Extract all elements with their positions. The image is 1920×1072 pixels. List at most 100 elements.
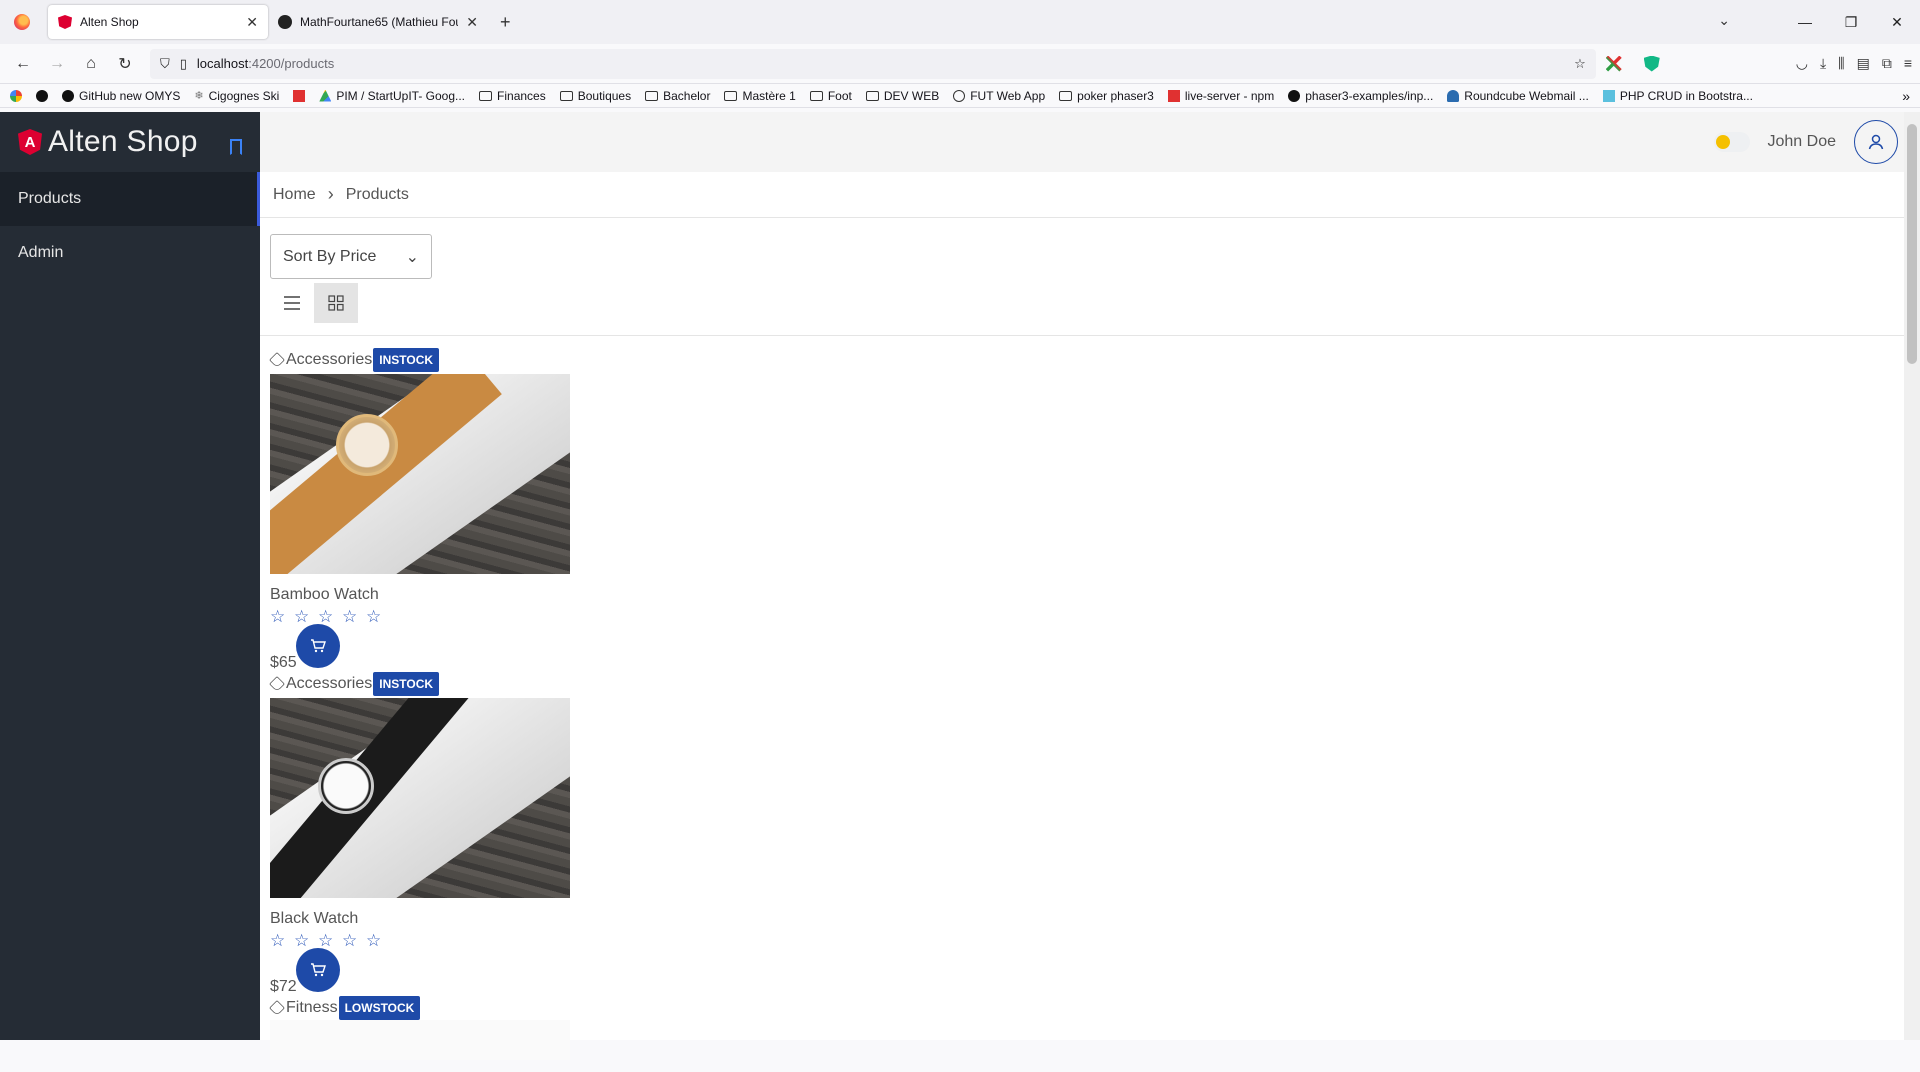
bookmark-folder[interactable]: DEV WEB <box>865 89 939 103</box>
breadcrumb: Home › Products <box>260 172 1920 218</box>
product-card: Accessories INSTOCK Bamboo Watch ☆ ☆ ☆ ☆… <box>269 348 570 672</box>
add-to-cart-button[interactable] <box>296 948 340 992</box>
star-icon[interactable]: ☆ <box>342 932 360 950</box>
breadcrumb-products: Products <box>345 185 409 203</box>
forward-icon[interactable]: → <box>42 49 72 79</box>
folder-icon <box>479 90 493 101</box>
status-badge: INSTOCK <box>373 672 440 696</box>
bookmark-item[interactable]: PIM / StartUpIT- Goog... <box>319 89 465 103</box>
download-icon[interactable]: ⤓ <box>1820 55 1826 72</box>
url-bar[interactable]: ⛉ ▯ localhost:4200/products ☆ <box>150 48 1596 79</box>
bookmark-folder[interactable]: Foot <box>809 89 852 103</box>
star-icon[interactable]: ☆ <box>270 608 288 626</box>
minimize-icon[interactable]: — <box>1782 14 1828 30</box>
add-to-cart-button[interactable] <box>296 624 340 668</box>
breadcrumb-home[interactable]: Home <box>273 186 316 204</box>
folder-icon <box>1059 90 1073 101</box>
restore-icon[interactable]: ❐ <box>1828 14 1874 31</box>
bookmark-label: Bachelor <box>663 88 711 103</box>
star-icon[interactable]: ☆ <box>270 932 288 950</box>
tag-icon <box>269 676 285 692</box>
sidebar-item-label: Admin <box>18 244 64 261</box>
bookmark-item[interactable] <box>293 89 306 102</box>
sort-label: Sort By Price <box>283 247 377 265</box>
back-icon[interactable]: ← <box>8 49 38 79</box>
grid-view-button[interactable] <box>314 283 358 323</box>
bookmark-item[interactable] <box>10 89 22 102</box>
bookmark-item[interactable]: phaser3-examples/inp... <box>1288 89 1433 103</box>
products-toolbar: Sort By Price ⌄ <box>260 218 1920 336</box>
brand-title: Alten Shop <box>48 125 198 158</box>
sort-dropdown[interactable]: Sort By Price ⌄ <box>270 234 432 279</box>
chevron-right-icon: › <box>327 184 334 204</box>
bookmark-folder[interactable]: poker phaser3 <box>1059 89 1154 103</box>
firefox-icon[interactable] <box>14 14 30 30</box>
extensions-icon[interactable]: ⧉ <box>1882 55 1892 72</box>
bookmark-star-icon[interactable]: ☆ <box>1574 56 1586 72</box>
close-window-icon[interactable]: ✕ <box>1874 14 1920 31</box>
page-info-icon[interactable]: ▯ <box>180 56 187 72</box>
star-icon[interactable]: ☆ <box>366 932 384 950</box>
menu-icon[interactable]: ≡ <box>1904 55 1912 72</box>
star-icon[interactable]: ☆ <box>294 608 312 626</box>
product-name: Bamboo Watch <box>270 586 379 603</box>
topbar: John Doe <box>260 112 1920 172</box>
product-price: $65 <box>270 654 297 671</box>
more-bookmarks-icon[interactable]: » <box>1902 88 1910 104</box>
grid-icon <box>328 295 344 311</box>
scrollbar-thumb[interactable] <box>1907 124 1917 364</box>
bookmark-folder[interactable]: Finances <box>479 89 546 103</box>
product-card: Accessories INSTOCK Black Watch ☆ ☆ ☆ ☆ … <box>269 672 570 996</box>
product-image <box>270 698 570 898</box>
bookmark-label: poker phaser3 <box>1077 88 1154 103</box>
scrollbar[interactable] <box>1904 112 1920 1040</box>
folder-icon <box>559 90 573 101</box>
bookmark-folder[interactable]: Mastère 1 <box>724 89 796 103</box>
star-icon[interactable]: ☆ <box>294 932 312 950</box>
shield-icon[interactable]: ⛉ <box>160 56 170 72</box>
bookmark-item[interactable] <box>36 89 48 102</box>
star-icon[interactable]: ☆ <box>366 608 384 626</box>
chevron-down-icon: ⌄ <box>405 248 419 266</box>
sidebar: Alten Shop Products Admin <box>0 112 260 1040</box>
bookmark-item[interactable]: GitHub new OMYS <box>62 89 180 103</box>
app-shell: Alten Shop Products Admin John Doe Home … <box>0 112 1920 1060</box>
tab-github[interactable]: MathFourtane65 (Mathieu Four ✕ <box>268 5 488 39</box>
extension-shield-icon[interactable] <box>1643 55 1660 72</box>
product-name: Black Watch <box>270 910 359 927</box>
user-avatar-button[interactable] <box>1854 120 1898 164</box>
close-tab-icon[interactable]: ✕ <box>466 14 478 31</box>
extension-x-icon[interactable] <box>1605 55 1622 72</box>
snowflake-icon: ❄ <box>194 90 204 102</box>
bookmark-folder[interactable]: Boutiques <box>559 88 632 103</box>
library-icon[interactable]: ⫼ <box>1838 55 1844 72</box>
bookmark-item[interactable]: Roundcube Webmail ... <box>1447 89 1589 103</box>
chevron-down-icon[interactable]: ⌄ <box>1718 12 1730 29</box>
bookmark-label: FUT Web App <box>970 88 1046 103</box>
bookmark-label: Boutiques <box>577 88 632 103</box>
bookmark-item[interactable]: FUT Web App <box>953 89 1045 103</box>
bookmark-item[interactable]: PHP CRUD in Bootstra... <box>1602 89 1753 103</box>
sidebar-icon[interactable]: ▤ <box>1857 55 1870 72</box>
list-view-button[interactable] <box>270 283 314 323</box>
close-tab-icon[interactable]: ✕ <box>246 14 258 31</box>
home-icon[interactable]: ⌂ <box>76 49 106 79</box>
star-icon[interactable]: ☆ <box>342 608 360 626</box>
tab-alten-shop[interactable]: Alten Shop ✕ <box>48 5 268 39</box>
bookmark-item[interactable]: live-server - npm <box>1167 89 1274 103</box>
sidebar-item-products[interactable]: Products <box>0 172 260 226</box>
sidebar-item-admin[interactable]: Admin <box>0 226 260 280</box>
main-content: John Doe Home › Products Sort By Price ⌄ <box>260 112 1920 1060</box>
browser-tools: ◡ ⤓ ⫼ ▤ ⧉ ≡ <box>1796 55 1912 72</box>
new-tab-button[interactable]: + <box>500 12 511 33</box>
bookmark-folder[interactable]: Bachelor <box>645 89 710 103</box>
browser-tab-strip: Alten Shop ✕ MathFourtane65 (Mathieu Fou… <box>0 0 1920 44</box>
product-image <box>270 374 570 574</box>
pocket-icon[interactable]: ◡ <box>1796 55 1808 72</box>
theme-toggle[interactable] <box>1713 132 1750 152</box>
product-price: $72 <box>270 978 297 995</box>
drive-icon <box>319 89 332 102</box>
bookmark-icon[interactable] <box>230 139 242 155</box>
reload-icon[interactable]: ↻ <box>110 49 140 79</box>
bookmark-item[interactable]: ❄ Cigognes Ski <box>194 89 279 103</box>
